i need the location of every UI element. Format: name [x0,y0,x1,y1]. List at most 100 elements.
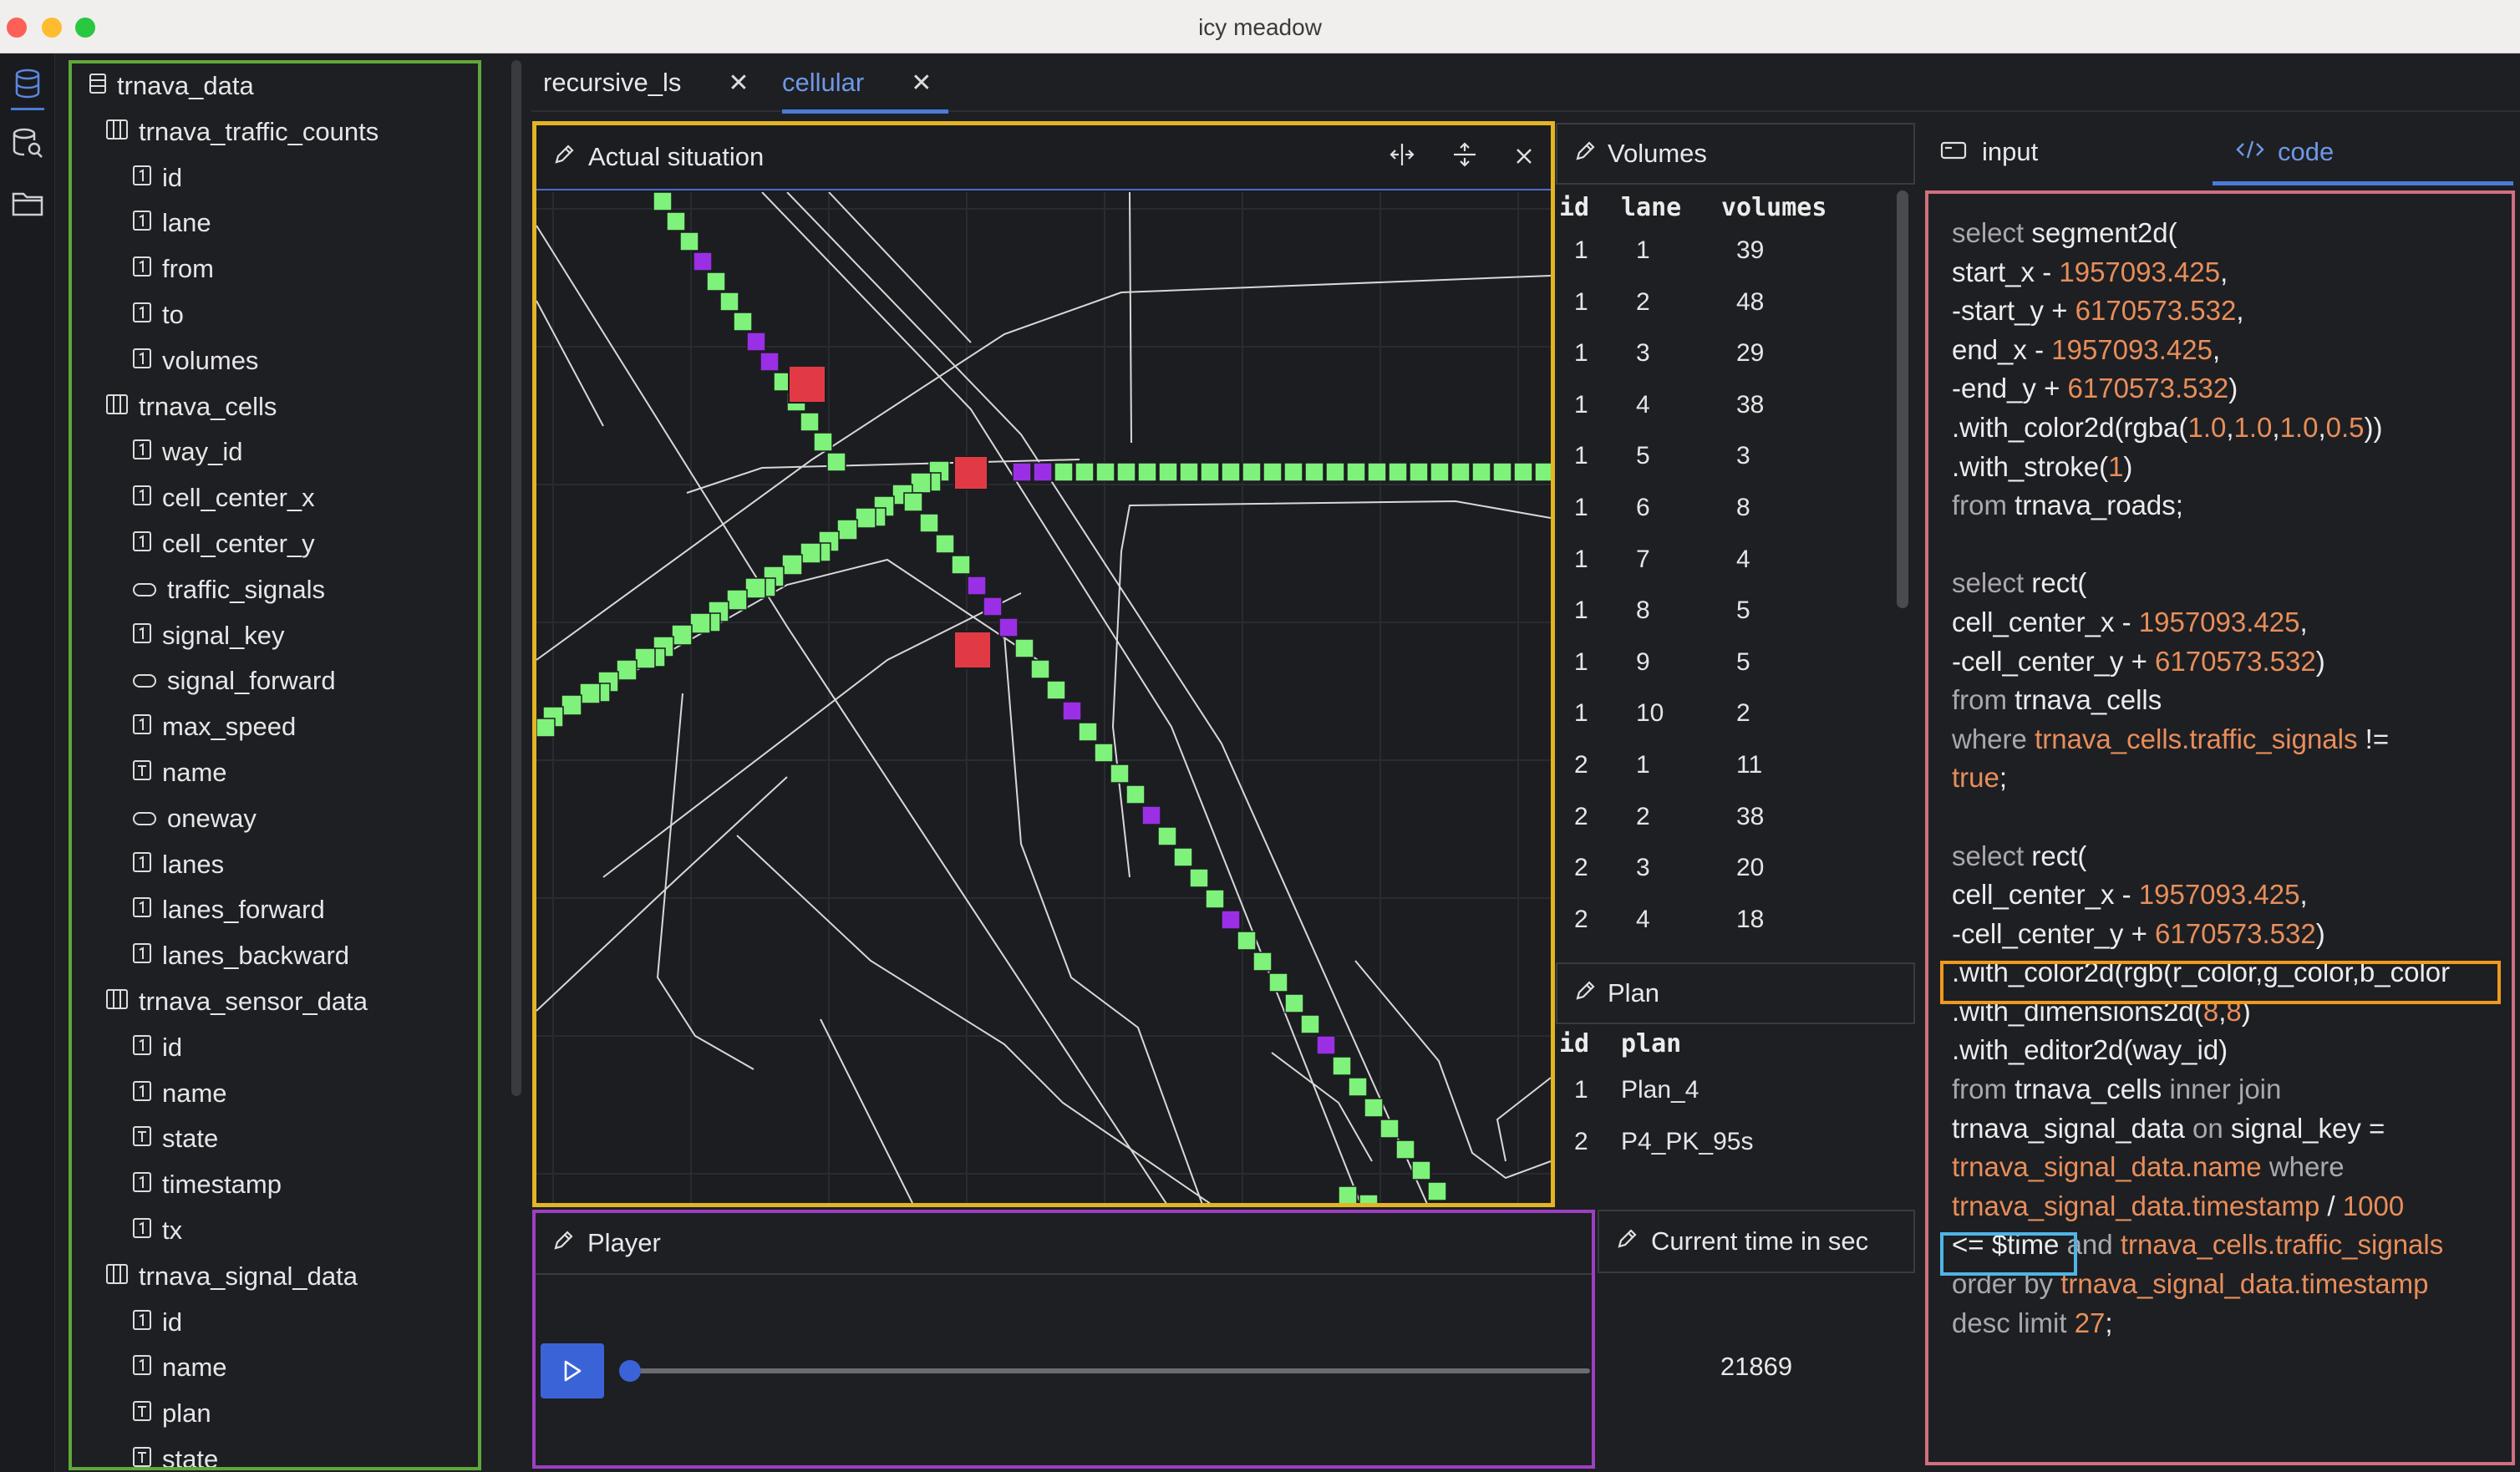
time-slider-track[interactable] [629,1368,1590,1373]
column-header[interactable]: plan [1621,1029,1681,1058]
table-cell: 3 [1636,339,1650,368]
map-panel-title: Actual situation [588,142,765,171]
tree-item[interactable]: from [132,246,214,292]
tree-scrollbar-thumb[interactable] [511,60,521,1096]
tree-item[interactable]: trnava_traffic_counts [105,109,379,155]
tree-item[interactable]: volumes [132,338,258,383]
tree-item[interactable]: id [132,1300,182,1345]
code-line[interactable]: trnava_signal_data on signal_key = [1952,1109,2450,1149]
code-line[interactable]: -cell_center_y + 6170573.532) [1952,642,2450,682]
tree-item[interactable]: name [132,750,227,795]
tab-label: cellular [782,68,865,97]
tab-code[interactable]: code [2236,121,2334,183]
tree-item[interactable]: lanes_backward [132,933,349,978]
tree-item[interactable]: plan [132,1391,211,1436]
code-line[interactable]: -end_y + 6170573.532) [1952,369,2450,409]
tab-cellular[interactable]: cellular ✕ [782,53,949,114]
code-line[interactable]: from trnava_cells inner join [1952,1070,2450,1109]
traffic-cell [1189,868,1209,888]
tree-item[interactable]: oneway [132,796,257,841]
code-line[interactable]: .with_color2d(rgba(1.0,1.0,1.0,0.5)) [1952,409,2450,448]
expand-horizontal-icon[interactable] [1389,142,1415,174]
tree-item[interactable]: state [132,1116,218,1161]
code-token: , [2299,879,2308,911]
code-line[interactable]: select rect( [1952,837,2450,876]
database-icon[interactable] [8,63,48,110]
close-icon[interactable] [1514,143,1534,173]
tree-item[interactable]: id [132,1025,182,1070]
code-line[interactable]: -start_y + 6170573.532, [1952,292,2450,331]
code-line[interactable]: desc limit 27; [1952,1304,2450,1343]
database-search-icon[interactable] [8,124,48,164]
code-line[interactable]: cell_center_x - 1957093.425, [1952,876,2450,915]
code-line[interactable]: trnava_signal_data.name where [1952,1148,2450,1187]
tree-item[interactable]: signal_forward [132,658,336,703]
play-icon [564,1360,582,1382]
code-token: .with_stroke( [1952,450,2109,482]
code-line[interactable]: trnava_signal_data.timestamp / 1000 [1952,1187,2450,1226]
tree-item[interactable]: state [132,1437,218,1467]
tree-item[interactable]: max_speed [132,704,296,749]
pencil-icon[interactable] [1574,978,1598,1008]
column-header[interactable]: lane [1621,193,1681,222]
close-icon[interactable]: ✕ [911,69,932,98]
tree-item[interactable]: lanes_forward [132,887,325,932]
tree-item[interactable]: lanes [132,842,224,887]
tab-input[interactable]: input [1940,121,2038,183]
tree-item[interactable]: trnava_signal_data [105,1254,358,1299]
tree-item[interactable]: trnava_data [89,63,254,109]
tree-item[interactable]: signal_key [132,613,284,658]
tree-item[interactable]: cell_center_y [132,521,315,566]
pencil-icon[interactable] [1574,139,1598,169]
tree-item-label: plan [162,1398,211,1429]
code-line[interactable] [1952,798,2450,837]
tree-item[interactable]: trnava_sensor_data [105,979,368,1024]
tree-item[interactable]: name [132,1345,227,1390]
code-line[interactable]: where trnava_cells.traffic_signals != [1952,720,2450,759]
expand-vertical-icon[interactable] [1452,141,1477,175]
play-button[interactable] [541,1343,604,1398]
traffic-cell [1300,1014,1320,1034]
code-line[interactable]: cell_center_x - 1957093.425, [1952,603,2450,642]
traffic-cell [1095,462,1115,482]
pencil-icon[interactable] [553,142,577,172]
code-text[interactable]: select segment2d(start_x - 1957093.425, -… [1952,214,2450,1343]
tree-scrollbar[interactable] [508,53,525,1472]
column-header[interactable]: id [1559,193,1589,222]
tab-recursive-ls[interactable]: recursive_ls ✕ [543,53,749,112]
code-token: , [2236,295,2244,327]
code-line[interactable]: -cell_center_y + 6170573.532) [1952,915,2450,954]
column-header[interactable]: id [1559,1029,1589,1058]
map-panel-header: Actual situation [536,125,1551,190]
tree-item[interactable]: trnava_cells [105,384,277,429]
close-icon[interactable]: ✕ [728,69,749,98]
pencil-icon[interactable] [552,1228,576,1258]
code-line[interactable]: .with_editor2d(way_id) [1952,1031,2450,1070]
tree-item[interactable]: name [132,1071,227,1116]
tree-item[interactable]: way_id [132,429,243,475]
tree-item[interactable]: lane [132,200,211,246]
code-line[interactable]: start_x - 1957093.425, [1952,253,2450,292]
road-map-canvas[interactable] [536,192,1551,1203]
tree-item[interactable]: timestamp [132,1162,282,1207]
volumes-scrollbar[interactable] [1897,190,1908,608]
tree-item[interactable]: to [132,292,184,338]
pencil-icon[interactable] [1616,1226,1639,1256]
time-slider-handle[interactable] [619,1360,641,1382]
code-line[interactable]: end_x - 1957093.425, [1952,331,2450,370]
code-line[interactable]: .with_stroke(1) [1952,448,2450,487]
folder-icon[interactable] [8,184,48,224]
tree-item[interactable]: cell_center_x [132,475,315,520]
code-line[interactable] [1952,525,2450,565]
tree-item[interactable]: traffic_signals [132,567,325,612]
code-line[interactable]: select segment2d( [1952,214,2450,253]
code-line[interactable]: from trnava_cells [1952,681,2450,720]
column-header[interactable]: volumes [1721,193,1826,222]
number-icon [132,254,152,284]
tree-item[interactable]: id [132,155,182,200]
code-line[interactable]: from trnava_roads; [1952,486,2450,525]
code-line[interactable]: select rect( [1952,564,2450,603]
traffic-cell [1125,784,1146,805]
code-line[interactable]: true; [1952,759,2450,798]
tree-item[interactable]: tx [132,1208,182,1253]
